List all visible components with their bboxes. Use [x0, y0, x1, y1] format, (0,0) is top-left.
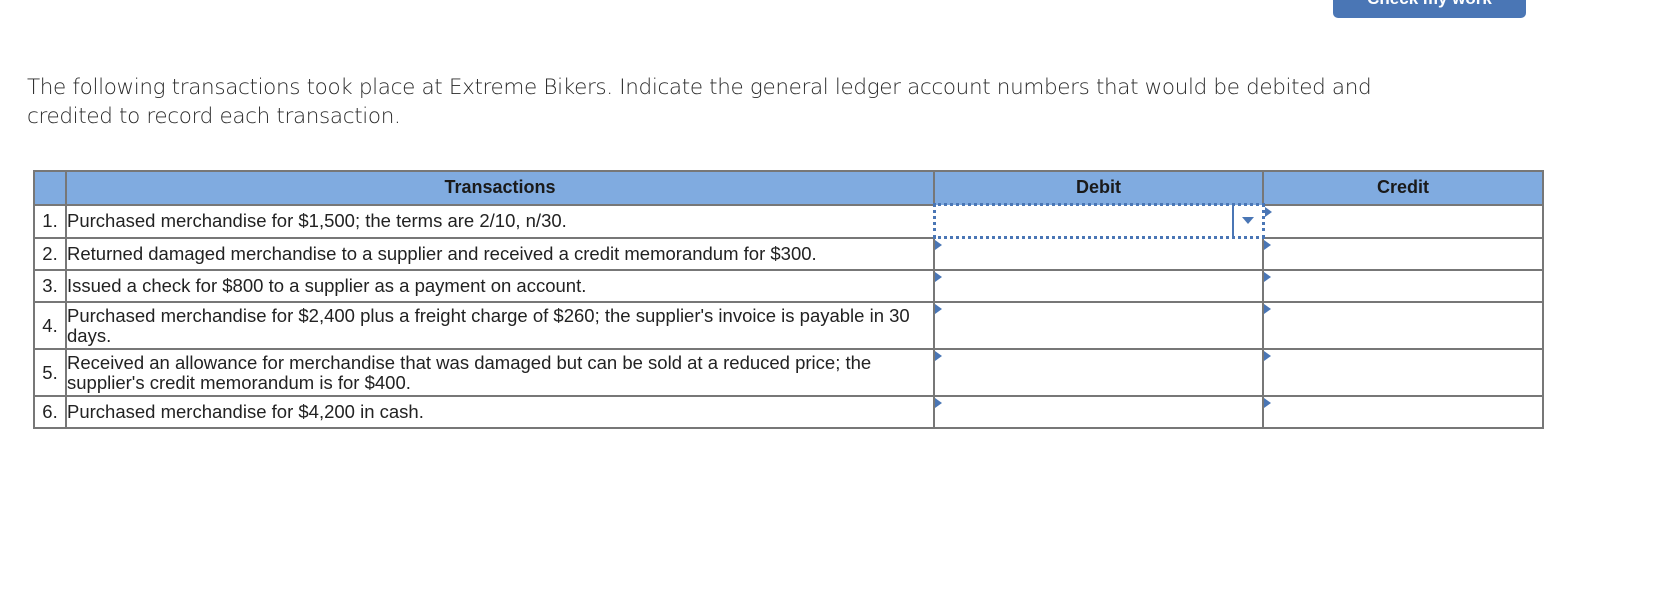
dropdown-marker-icon	[1264, 304, 1271, 314]
credit-select[interactable]	[1262, 348, 1544, 397]
dropdown-marker-icon	[1264, 206, 1272, 217]
table-row: 3. Issued a check for $800 to a supplier…	[33, 269, 1544, 303]
credit-select[interactable]	[1262, 203, 1544, 239]
transaction-text: Purchased merchandise for $2,400 plus a …	[65, 301, 935, 350]
dropdown-marker-icon	[935, 240, 942, 250]
row-number: 5.	[33, 348, 67, 397]
header-transactions: Transactions	[65, 170, 935, 206]
header-number	[33, 170, 67, 206]
debit-select[interactable]	[933, 395, 1264, 429]
dropdown-marker-icon	[1264, 272, 1271, 282]
table-row: 6. Purchased merchandise for $4,200 in c…	[33, 395, 1544, 429]
row-number: 3.	[33, 269, 67, 303]
table-row: 1. Purchased merchandise for $1,500; the…	[33, 203, 1544, 239]
row-number: 6.	[33, 395, 67, 429]
transaction-text: Received an allowance for merchandise th…	[65, 348, 935, 397]
transactions-table: Transactions Debit Credit 1. Purchased m…	[33, 170, 1544, 429]
instructions-text: The following transactions took place at…	[27, 75, 1372, 129]
transaction-text: Issued a check for $800 to a supplier as…	[65, 269, 935, 303]
credit-select[interactable]	[1262, 236, 1544, 271]
transaction-text: Returned damaged merchandise to a suppli…	[65, 236, 935, 271]
row-number: 2.	[33, 236, 67, 271]
table-row: 2. Returned damaged merchandise to a sup…	[33, 236, 1544, 271]
transaction-text: Purchased merchandise for $4,200 in cash…	[65, 395, 935, 429]
debit-select[interactable]	[933, 269, 1264, 303]
credit-select[interactable]	[1262, 301, 1544, 350]
credit-select[interactable]	[1262, 395, 1544, 429]
dropdown-marker-icon	[935, 398, 942, 408]
transaction-text: Purchased merchandise for $1,500; the te…	[65, 203, 935, 239]
dropdown-marker-icon	[935, 351, 942, 361]
dropdown-marker-icon	[1264, 351, 1271, 361]
table-row: 4. Purchased merchandise for $2,400 plus…	[33, 301, 1544, 350]
row-number: 4.	[33, 301, 67, 350]
table-row: 5. Received an allowance for merchandise…	[33, 348, 1544, 397]
check-my-work-button[interactable]: Check my work	[1333, 0, 1526, 18]
dropdown-marker-icon	[935, 272, 942, 282]
header-credit: Credit	[1262, 170, 1544, 206]
debit-select[interactable]	[933, 301, 1264, 350]
header-debit: Debit	[933, 170, 1264, 206]
table-header-row: Transactions Debit Credit	[33, 170, 1544, 206]
dropdown-marker-icon	[935, 304, 942, 314]
dropdown-marker-icon	[1264, 398, 1271, 408]
dropdown-marker-icon	[1264, 239, 1271, 250]
debit-select[interactable]	[932, 203, 1265, 239]
row-number: 1.	[33, 203, 67, 239]
chevron-down-icon[interactable]	[1231, 206, 1262, 236]
debit-select[interactable]	[933, 348, 1264, 397]
debit-select[interactable]	[933, 236, 1264, 271]
credit-select[interactable]	[1262, 269, 1544, 303]
